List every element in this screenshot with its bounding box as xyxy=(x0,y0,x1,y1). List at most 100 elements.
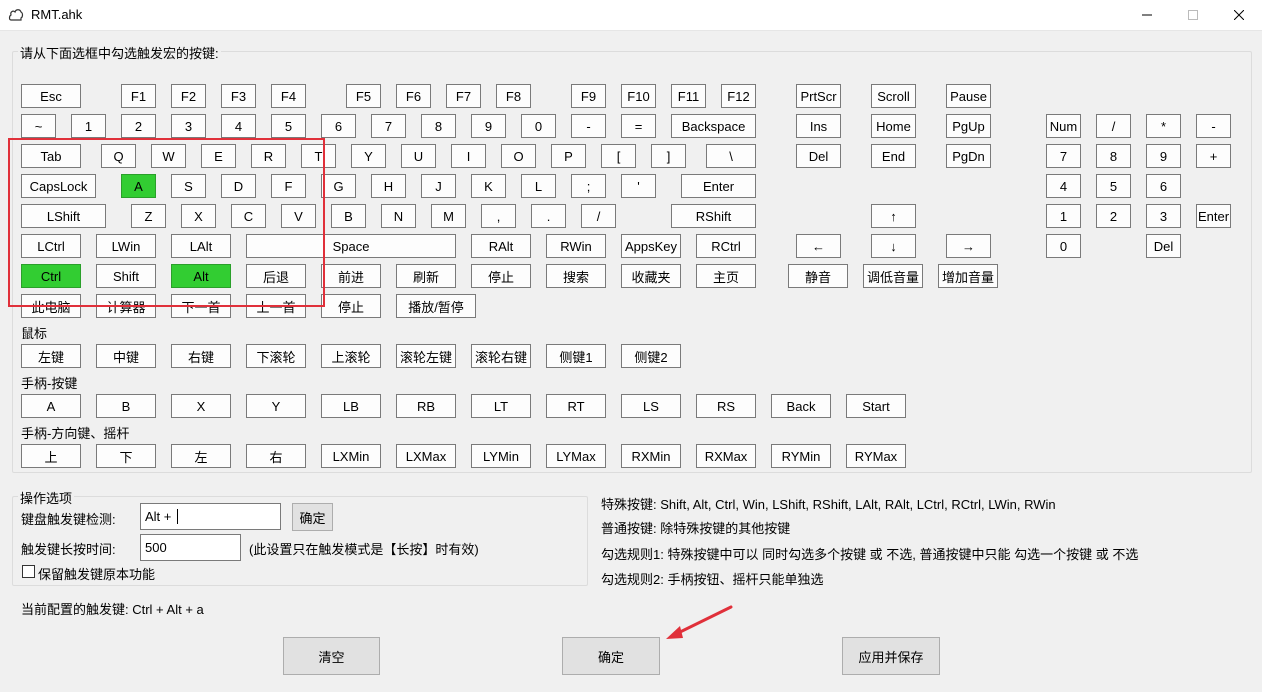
key-num[interactable]: Num xyxy=(1046,114,1081,138)
key-rshift[interactable]: RShift xyxy=(671,204,756,228)
trigger-detect-input[interactable]: Alt + xyxy=(140,503,281,530)
key-d4[interactable]: 4 xyxy=(221,114,256,138)
key-play-pause[interactable]: 播放/暂停 xyxy=(396,294,476,318)
key-np0[interactable]: 0 xyxy=(1046,234,1081,258)
key-alt[interactable]: Alt xyxy=(171,264,231,288)
maximize-button[interactable] xyxy=(1170,0,1216,30)
gamepad-key-0[interactable]: A xyxy=(21,394,81,418)
gamepad-key-5[interactable]: RB xyxy=(396,394,456,418)
key-np6[interactable]: 6 xyxy=(1146,174,1181,198)
key-f5[interactable]: F5 xyxy=(346,84,381,108)
key-capslock[interactable]: CapsLock xyxy=(21,174,96,198)
key-np9[interactable]: 9 xyxy=(1146,144,1181,168)
key-np-div[interactable]: / xyxy=(1096,114,1131,138)
key-computer[interactable]: 此电脑 xyxy=(21,294,81,318)
key-ralt[interactable]: RAlt xyxy=(471,234,531,258)
key-ins[interactable]: Ins xyxy=(796,114,841,138)
key-d3[interactable]: 3 xyxy=(171,114,206,138)
gamepad-key-6[interactable]: LT xyxy=(471,394,531,418)
apply-save-button[interactable]: 应用并保存 xyxy=(842,637,940,675)
key-r[interactable]: R xyxy=(251,144,286,168)
key-forward[interactable]: 前进 xyxy=(321,264,381,288)
key-h[interactable]: H xyxy=(371,174,406,198)
key-f7[interactable]: F7 xyxy=(446,84,481,108)
key-l[interactable]: L xyxy=(521,174,556,198)
key-prev-track[interactable]: 上一首 xyxy=(246,294,306,318)
key-calculator[interactable]: 计算器 xyxy=(96,294,156,318)
key-lwin[interactable]: LWin xyxy=(96,234,156,258)
key-period[interactable]: . xyxy=(531,204,566,228)
key-vol-up[interactable]: 增加音量 xyxy=(938,264,998,288)
key-homepage[interactable]: 主页 xyxy=(696,264,756,288)
mouse-key-6[interactable]: 滚轮右键 xyxy=(471,344,531,368)
key-d9[interactable]: 9 xyxy=(471,114,506,138)
key-np-enter[interactable]: Enter xyxy=(1196,204,1231,228)
gamepad-key-11[interactable]: Start xyxy=(846,394,906,418)
hold-time-input[interactable]: 500 xyxy=(140,534,241,561)
key-vol-down[interactable]: 调低音量 xyxy=(863,264,923,288)
gamepad-key-7[interactable]: RT xyxy=(546,394,606,418)
key-refresh[interactable]: 刷新 xyxy=(396,264,456,288)
key-q[interactable]: Q xyxy=(101,144,136,168)
key-p[interactable]: P xyxy=(551,144,586,168)
mouse-key-7[interactable]: 侧键1 xyxy=(546,344,606,368)
gamepad-key-2[interactable]: X xyxy=(171,394,231,418)
key-space[interactable]: Space xyxy=(246,234,456,258)
key-lshift[interactable]: LShift xyxy=(21,204,106,228)
key-g[interactable]: G xyxy=(321,174,356,198)
key-favorites[interactable]: 收藏夹 xyxy=(621,264,681,288)
key-home[interactable]: Home xyxy=(871,114,916,138)
axis-key-3[interactable]: 右 xyxy=(246,444,306,468)
key-pause[interactable]: Pause xyxy=(946,84,991,108)
key-u[interactable]: U xyxy=(401,144,436,168)
key-scroll[interactable]: Scroll xyxy=(871,84,916,108)
key-up[interactable]: ↑ xyxy=(871,204,916,228)
key-f10[interactable]: F10 xyxy=(621,84,656,108)
key-np2[interactable]: 2 xyxy=(1096,204,1131,228)
key-tab[interactable]: Tab xyxy=(21,144,81,168)
gamepad-key-10[interactable]: Back xyxy=(771,394,831,418)
close-button[interactable] xyxy=(1216,0,1262,30)
key-pgdn[interactable]: PgDn xyxy=(946,144,991,168)
gamepad-key-8[interactable]: LS xyxy=(621,394,681,418)
key-d2[interactable]: 2 xyxy=(121,114,156,138)
key-f[interactable]: F xyxy=(271,174,306,198)
key-f3[interactable]: F3 xyxy=(221,84,256,108)
key-np-del[interactable]: Del xyxy=(1146,234,1181,258)
key-enter[interactable]: Enter xyxy=(681,174,756,198)
key-slash[interactable]: / xyxy=(581,204,616,228)
gamepad-key-1[interactable]: B xyxy=(96,394,156,418)
mouse-key-3[interactable]: 下滚轮 xyxy=(246,344,306,368)
key-del[interactable]: Del xyxy=(796,144,841,168)
key-f6[interactable]: F6 xyxy=(396,84,431,108)
key-k[interactable]: K xyxy=(471,174,506,198)
key-lctrl[interactable]: LCtrl xyxy=(21,234,81,258)
key-a[interactable]: A xyxy=(121,174,156,198)
key-d6[interactable]: 6 xyxy=(321,114,356,138)
key-lalt[interactable]: LAlt xyxy=(171,234,231,258)
detect-confirm-button[interactable]: 确定 xyxy=(292,503,333,531)
key-t[interactable]: T xyxy=(301,144,336,168)
key-np4[interactable]: 4 xyxy=(1046,174,1081,198)
axis-key-8[interactable]: RXMin xyxy=(621,444,681,468)
key-media-stop[interactable]: 停止 xyxy=(321,294,381,318)
key-shift[interactable]: Shift xyxy=(96,264,156,288)
key-down[interactable]: ↓ xyxy=(871,234,916,258)
key-semicolon[interactable]: ; xyxy=(571,174,606,198)
key-search[interactable]: 搜索 xyxy=(546,264,606,288)
key-left[interactable]: ← xyxy=(796,234,841,258)
key-e[interactable]: E xyxy=(201,144,236,168)
key-f2[interactable]: F2 xyxy=(171,84,206,108)
mouse-key-2[interactable]: 右键 xyxy=(171,344,231,368)
key-np1[interactable]: 1 xyxy=(1046,204,1081,228)
key-np-add[interactable]: + xyxy=(1196,144,1231,168)
key-end[interactable]: End xyxy=(871,144,916,168)
keep-original-label[interactable]: 保留触发键原本功能 xyxy=(38,564,155,583)
key-f9[interactable]: F9 xyxy=(571,84,606,108)
axis-key-10[interactable]: RYMin xyxy=(771,444,831,468)
axis-key-11[interactable]: RYMax xyxy=(846,444,906,468)
key-np8[interactable]: 8 xyxy=(1096,144,1131,168)
key-prtscr[interactable]: PrtScr xyxy=(796,84,841,108)
key-np-sub[interactable]: - xyxy=(1196,114,1231,138)
key-j[interactable]: J xyxy=(421,174,456,198)
